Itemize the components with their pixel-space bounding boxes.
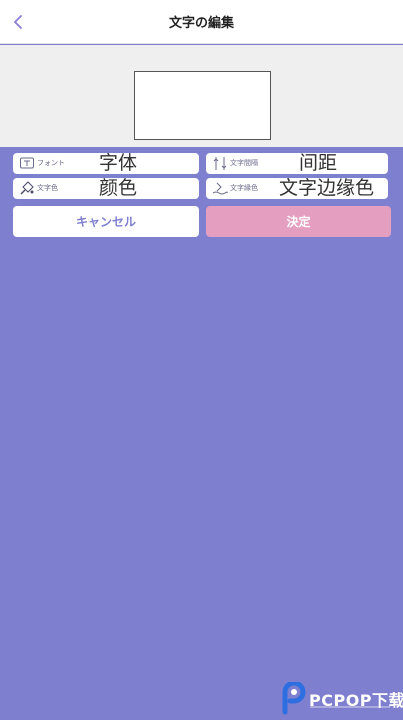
outline-wave-icon <box>212 182 228 195</box>
spacing-icon <box>213 157 227 170</box>
outline-color-option-value: 文字边缘色 <box>279 177 375 199</box>
nav-bar: 文字の編集 <box>0 0 403 44</box>
font-box-icon <box>20 157 34 169</box>
confirm-button[interactable]: 決定 <box>206 206 391 237</box>
watermark-underline <box>310 706 390 708</box>
cancel-button[interactable]: キャンセル <box>13 206 199 237</box>
font-option[interactable]: フォント 字体 <box>13 152 199 174</box>
spacing-option[interactable]: 文字間隔 间距 <box>206 152 388 174</box>
watermark: PCPOP下载 <box>278 682 403 716</box>
page-title: 文字の編集 <box>168 16 234 31</box>
pcpop-logo <box>282 682 306 715</box>
font-option-label: フォント <box>37 159 65 167</box>
text-color-option-value: 颜色 <box>99 177 138 199</box>
outline-color-option[interactable]: 文字縁色 文字边缘色 <box>206 177 388 199</box>
spacing-option-value: 间距 <box>299 152 338 174</box>
font-option-value: 字体 <box>99 152 138 174</box>
text-color-option[interactable]: 文字色 颜色 <box>13 177 199 199</box>
paint-bucket-icon <box>20 181 34 195</box>
outline-color-option-label: 文字縁色 <box>230 184 258 192</box>
spacing-option-label: 文字間隔 <box>230 159 258 167</box>
text-preview-box[interactable] <box>134 71 271 140</box>
preview-area <box>0 45 403 147</box>
text-color-option-label: 文字色 <box>37 184 58 192</box>
